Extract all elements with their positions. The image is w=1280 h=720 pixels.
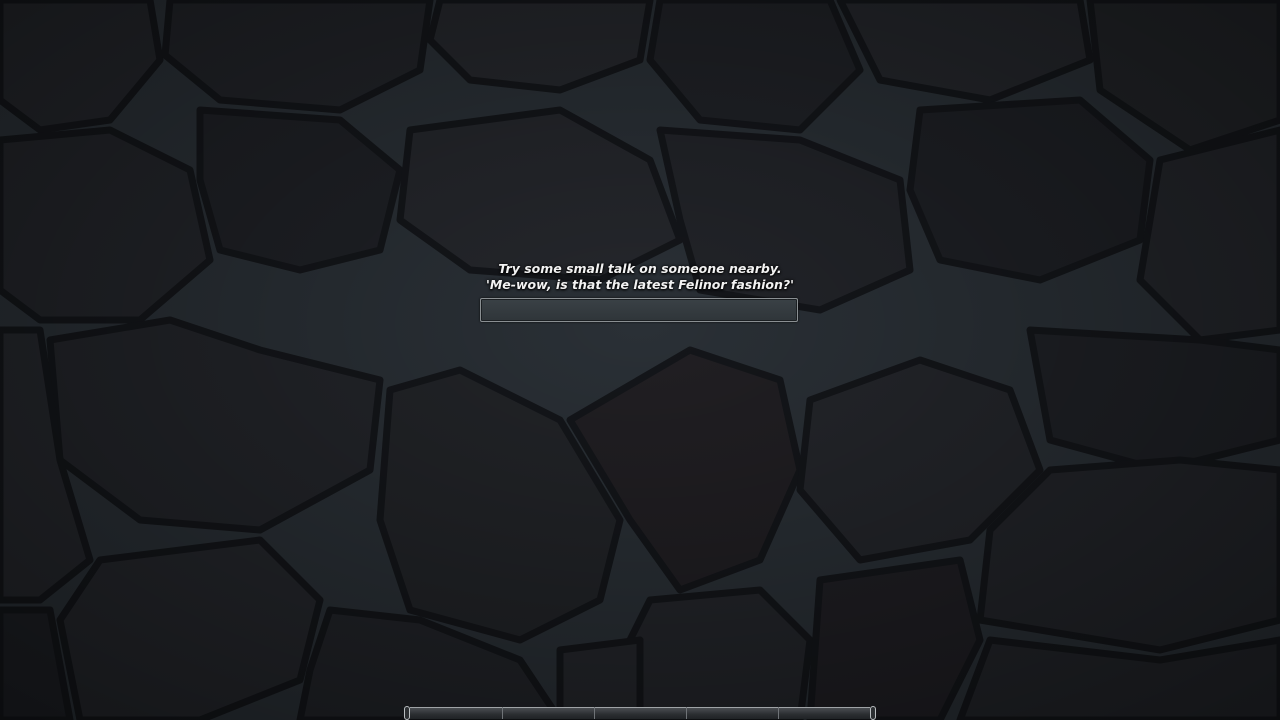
loading-progress-bar [480, 298, 798, 322]
experience-bar-track [410, 707, 870, 719]
loading-tip: Try some small talk on someone nearby. '… [340, 261, 940, 293]
loading-screen: Try some small talk on someone nearby. '… [0, 0, 1280, 720]
experience-bar-divider [686, 707, 687, 719]
experience-bar-divider [502, 707, 503, 719]
experience-bar [404, 705, 876, 720]
experience-bar-divider [594, 707, 595, 719]
stone-wall-background [0, 0, 1280, 720]
experience-bar-left-cap [404, 706, 410, 720]
experience-bar-divider [778, 707, 779, 719]
loading-tip-line-2: 'Me-wow, is that the latest Felinor fash… [486, 277, 794, 292]
loading-tip-line-1: Try some small talk on someone nearby. [498, 261, 782, 276]
experience-bar-right-cap [870, 706, 876, 720]
